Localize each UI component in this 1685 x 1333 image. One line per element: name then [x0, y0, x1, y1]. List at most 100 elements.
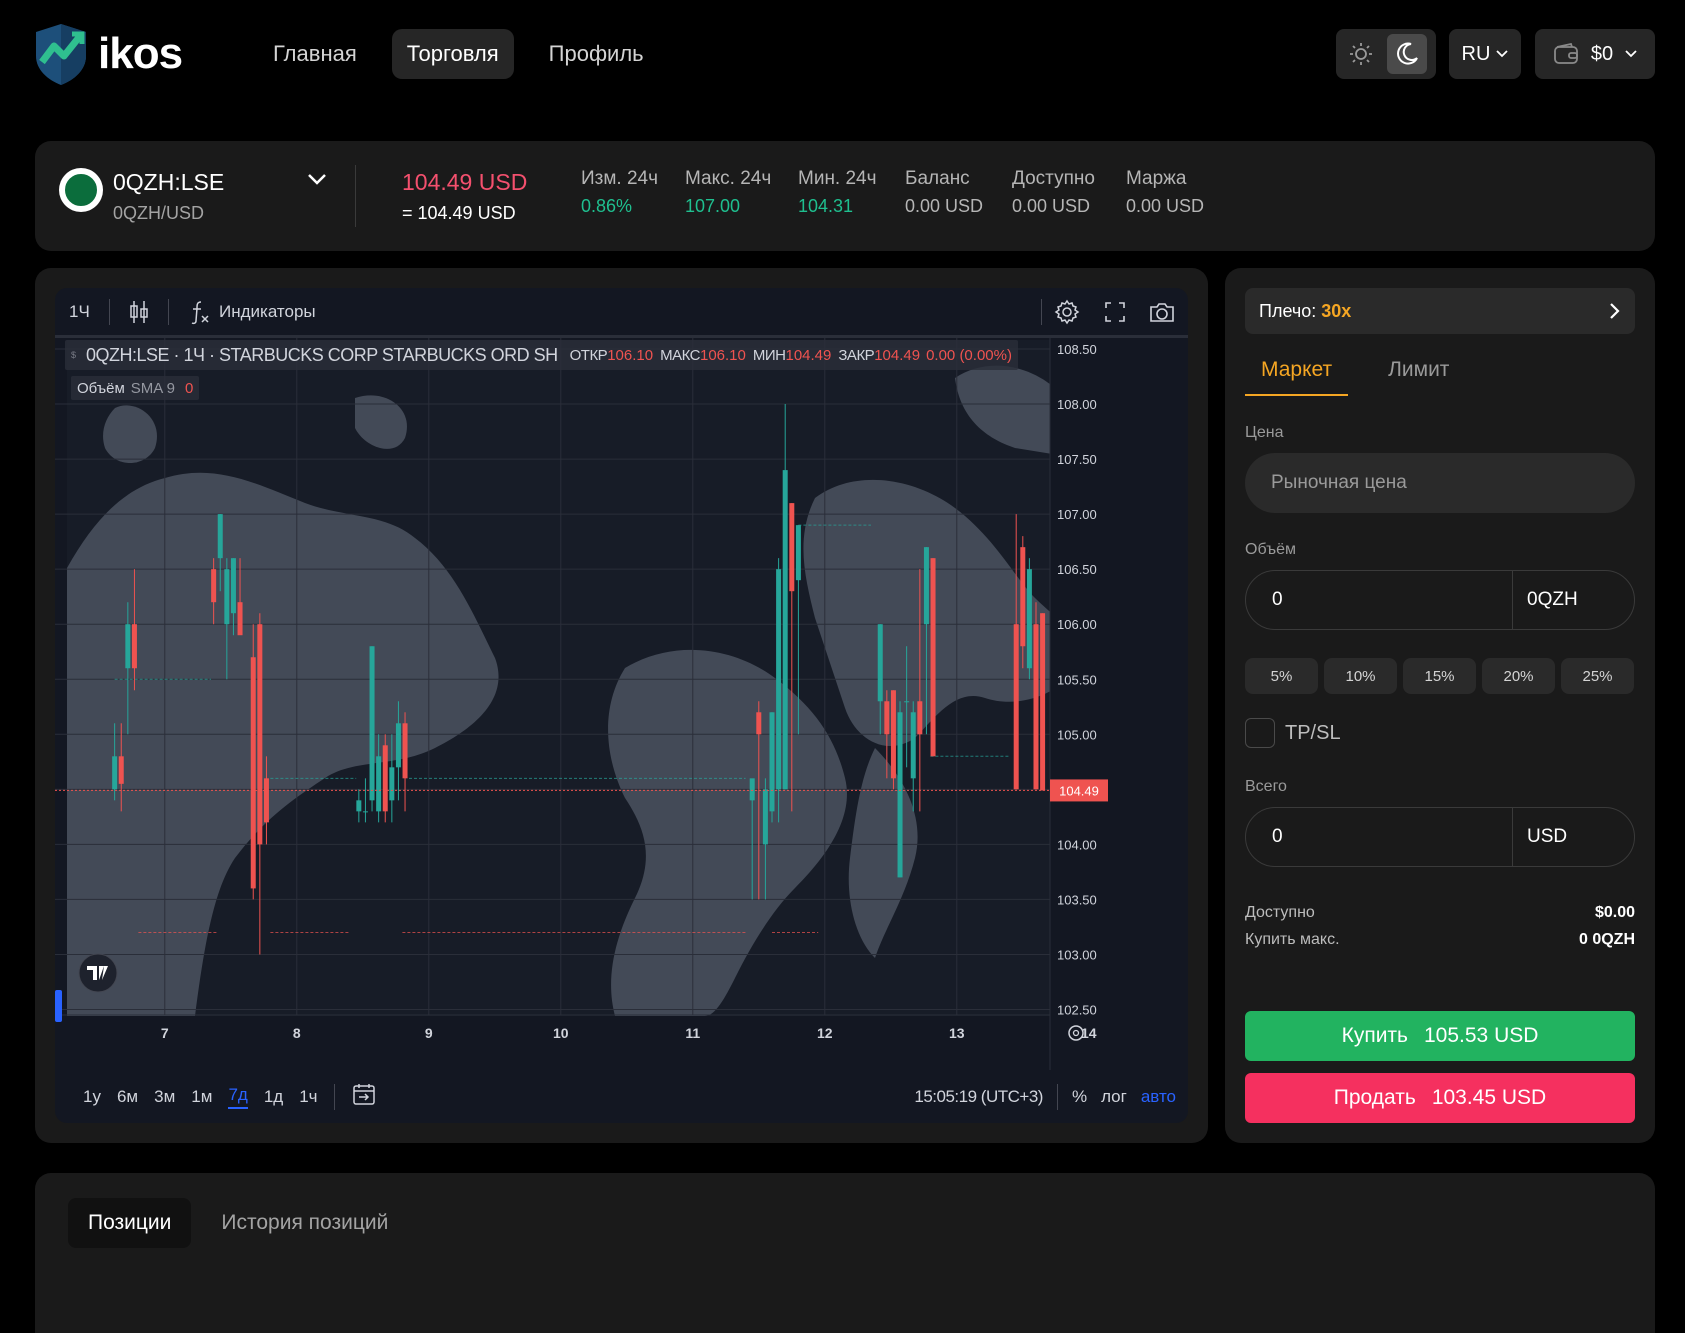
candle-body — [795, 525, 801, 581]
range-1h[interactable]: 1ч — [299, 1087, 317, 1107]
legend-low: 104.49 — [785, 346, 832, 364]
candle-body — [257, 624, 263, 845]
stat-label: Маржа — [1126, 168, 1187, 189]
candle-body — [890, 690, 896, 779]
price-tick: 107.50 — [1057, 452, 1097, 467]
candle-body — [1040, 613, 1046, 791]
volume-value: 0 — [184, 379, 194, 397]
legend-title[interactable]: 0QZH:LSE · 1Ч · STARBUCKS CORP STARBUCKS… — [86, 345, 558, 366]
nav-home[interactable]: Главная — [258, 29, 372, 79]
language-selector[interactable]: RU — [1449, 29, 1521, 79]
order-type-tabs: Маркет Лимит — [1245, 358, 1489, 396]
total-value: 0 — [1272, 826, 1283, 847]
indicators-button[interactable]: Индикаторы — [189, 299, 316, 325]
dark-theme-button[interactable] — [1387, 34, 1427, 74]
candle-body — [112, 756, 118, 790]
log-scale-button[interactable]: лог — [1101, 1087, 1127, 1107]
left-scroll-handle[interactable] — [55, 990, 62, 1022]
ticker-pair: 0QZH/USD — [113, 203, 205, 223]
total-unit: USD — [1512, 807, 1608, 867]
nav-trading[interactable]: Торговля — [391, 29, 514, 79]
wallet-icon — [1553, 43, 1578, 64]
percent-5-button[interactable]: 5% — [1245, 658, 1318, 694]
legend-close-label: ЗАКР — [838, 346, 875, 364]
date-range-button[interactable] — [351, 1081, 377, 1112]
ticker-symbol[interactable]: 0QZH:LSE — [113, 169, 224, 196]
leverage-selector[interactable]: Плечо: 30x — [1245, 288, 1635, 334]
percent-10-button[interactable]: 10% — [1324, 658, 1397, 694]
price-input[interactable]: Рыночная цена — [1245, 453, 1635, 513]
screenshot-button[interactable] — [1148, 300, 1176, 324]
calendar-goto-icon — [352, 1084, 375, 1105]
candle-body — [1033, 624, 1039, 790]
buy-button[interactable]: Купить 105.53 USD — [1245, 1011, 1635, 1061]
candle-body — [230, 558, 236, 614]
range-1y[interactable]: 1у — [83, 1087, 101, 1107]
leverage-label: Плечо: — [1259, 300, 1317, 321]
sell-price: 103.45 USD — [1431, 1086, 1547, 1109]
sell-button[interactable]: Продать 103.45 USD — [1245, 1073, 1635, 1123]
candle-body — [782, 470, 788, 790]
chevron-right-icon — [1610, 303, 1620, 319]
stat-balance: Баланс 0.00 USD — [905, 168, 983, 217]
stat-change-24h: Изм. 24ч 0.86% — [581, 168, 658, 217]
price-tick: 104.00 — [1057, 837, 1097, 852]
light-theme-button[interactable] — [1341, 34, 1381, 74]
candle-body — [131, 624, 137, 669]
range-3m[interactable]: 3м — [154, 1087, 175, 1107]
interval-button[interactable]: 1Ч — [69, 302, 109, 322]
symbol-dropdown-chevron-icon[interactable] — [305, 171, 329, 187]
tpsl-toggle[interactable]: TP/SL — [1245, 718, 1341, 748]
logo[interactable]: ikos — [34, 22, 183, 86]
tpsl-checkbox[interactable] — [1245, 718, 1275, 748]
candle-body — [930, 558, 936, 757]
chart-clock[interactable]: 15:05:19 (UTC+3) — [914, 1087, 1043, 1107]
world-map-watermark — [67, 340, 1077, 1017]
stat-margin: Маржа 0.00 USD — [1126, 168, 1204, 217]
range-7d[interactable]: 7д — [228, 1085, 248, 1109]
chart-scale-controls: 15:05:19 (UTC+3) % лог авто — [914, 1083, 1176, 1110]
legend-low-label: МИН — [752, 346, 786, 364]
wallet-button[interactable]: $0 — [1535, 29, 1655, 79]
percent-15-button[interactable]: 15% — [1403, 658, 1476, 694]
percent-25-button[interactable]: 25% — [1561, 658, 1634, 694]
percent-scale-button[interactable]: % — [1072, 1087, 1087, 1107]
volume-label[interactable]: Объём — [77, 380, 125, 397]
volume-input[interactable]: 0 0QZH — [1245, 570, 1635, 630]
price-chart[interactable]: 108.50 108.00 107.50 107.00 106.50 106.00 105.… — [55, 338, 1188, 1070]
sma-label: SMA 9 — [130, 379, 175, 397]
range-1m[interactable]: 1м — [191, 1087, 212, 1107]
stat-value: 107.00 — [685, 196, 741, 216]
fullscreen-button[interactable] — [1104, 301, 1126, 323]
candle-body — [237, 602, 243, 636]
legend-change: 0.00 (0.00%) — [926, 346, 1012, 364]
gear-icon — [1054, 299, 1080, 324]
price-tick: 102.50 — [1057, 1002, 1097, 1017]
candle-body — [904, 701, 910, 703]
camera-icon — [1150, 302, 1174, 322]
chart-settings-button[interactable] — [1054, 299, 1080, 325]
tab-market[interactable]: Маркет — [1245, 358, 1349, 396]
tab-limit[interactable]: Лимит — [1372, 358, 1465, 396]
range-1d[interactable]: 1д — [264, 1087, 283, 1107]
max-buy-label: Купить макс. — [1245, 931, 1340, 948]
stat-value: 104.31 — [798, 196, 854, 216]
auto-scale-button[interactable]: авто — [1141, 1087, 1176, 1107]
available-value: $0.00 — [1594, 904, 1635, 921]
stat-label: Макс. 24ч — [685, 168, 772, 189]
percent-20-button[interactable]: 20% — [1482, 658, 1555, 694]
candle-type-button[interactable] — [128, 299, 150, 325]
range-6m[interactable]: 6м — [117, 1087, 138, 1107]
volume-value: 0 — [1272, 589, 1283, 610]
tab-positions[interactable]: Позиции — [68, 1198, 192, 1248]
price-tick: 106.00 — [1057, 617, 1097, 632]
tradingview-logo-icon[interactable] — [78, 953, 118, 993]
candle-body — [263, 778, 269, 823]
candle-body — [762, 789, 768, 845]
nav-profile[interactable]: Профиль — [534, 29, 659, 79]
tab-position-history[interactable]: История позиций — [201, 1198, 408, 1248]
stat-value: 0.86% — [581, 196, 633, 216]
time-tick: 8 — [293, 1025, 301, 1041]
language-label: RU — [1461, 42, 1491, 65]
total-input[interactable]: 0 USD — [1245, 807, 1635, 867]
